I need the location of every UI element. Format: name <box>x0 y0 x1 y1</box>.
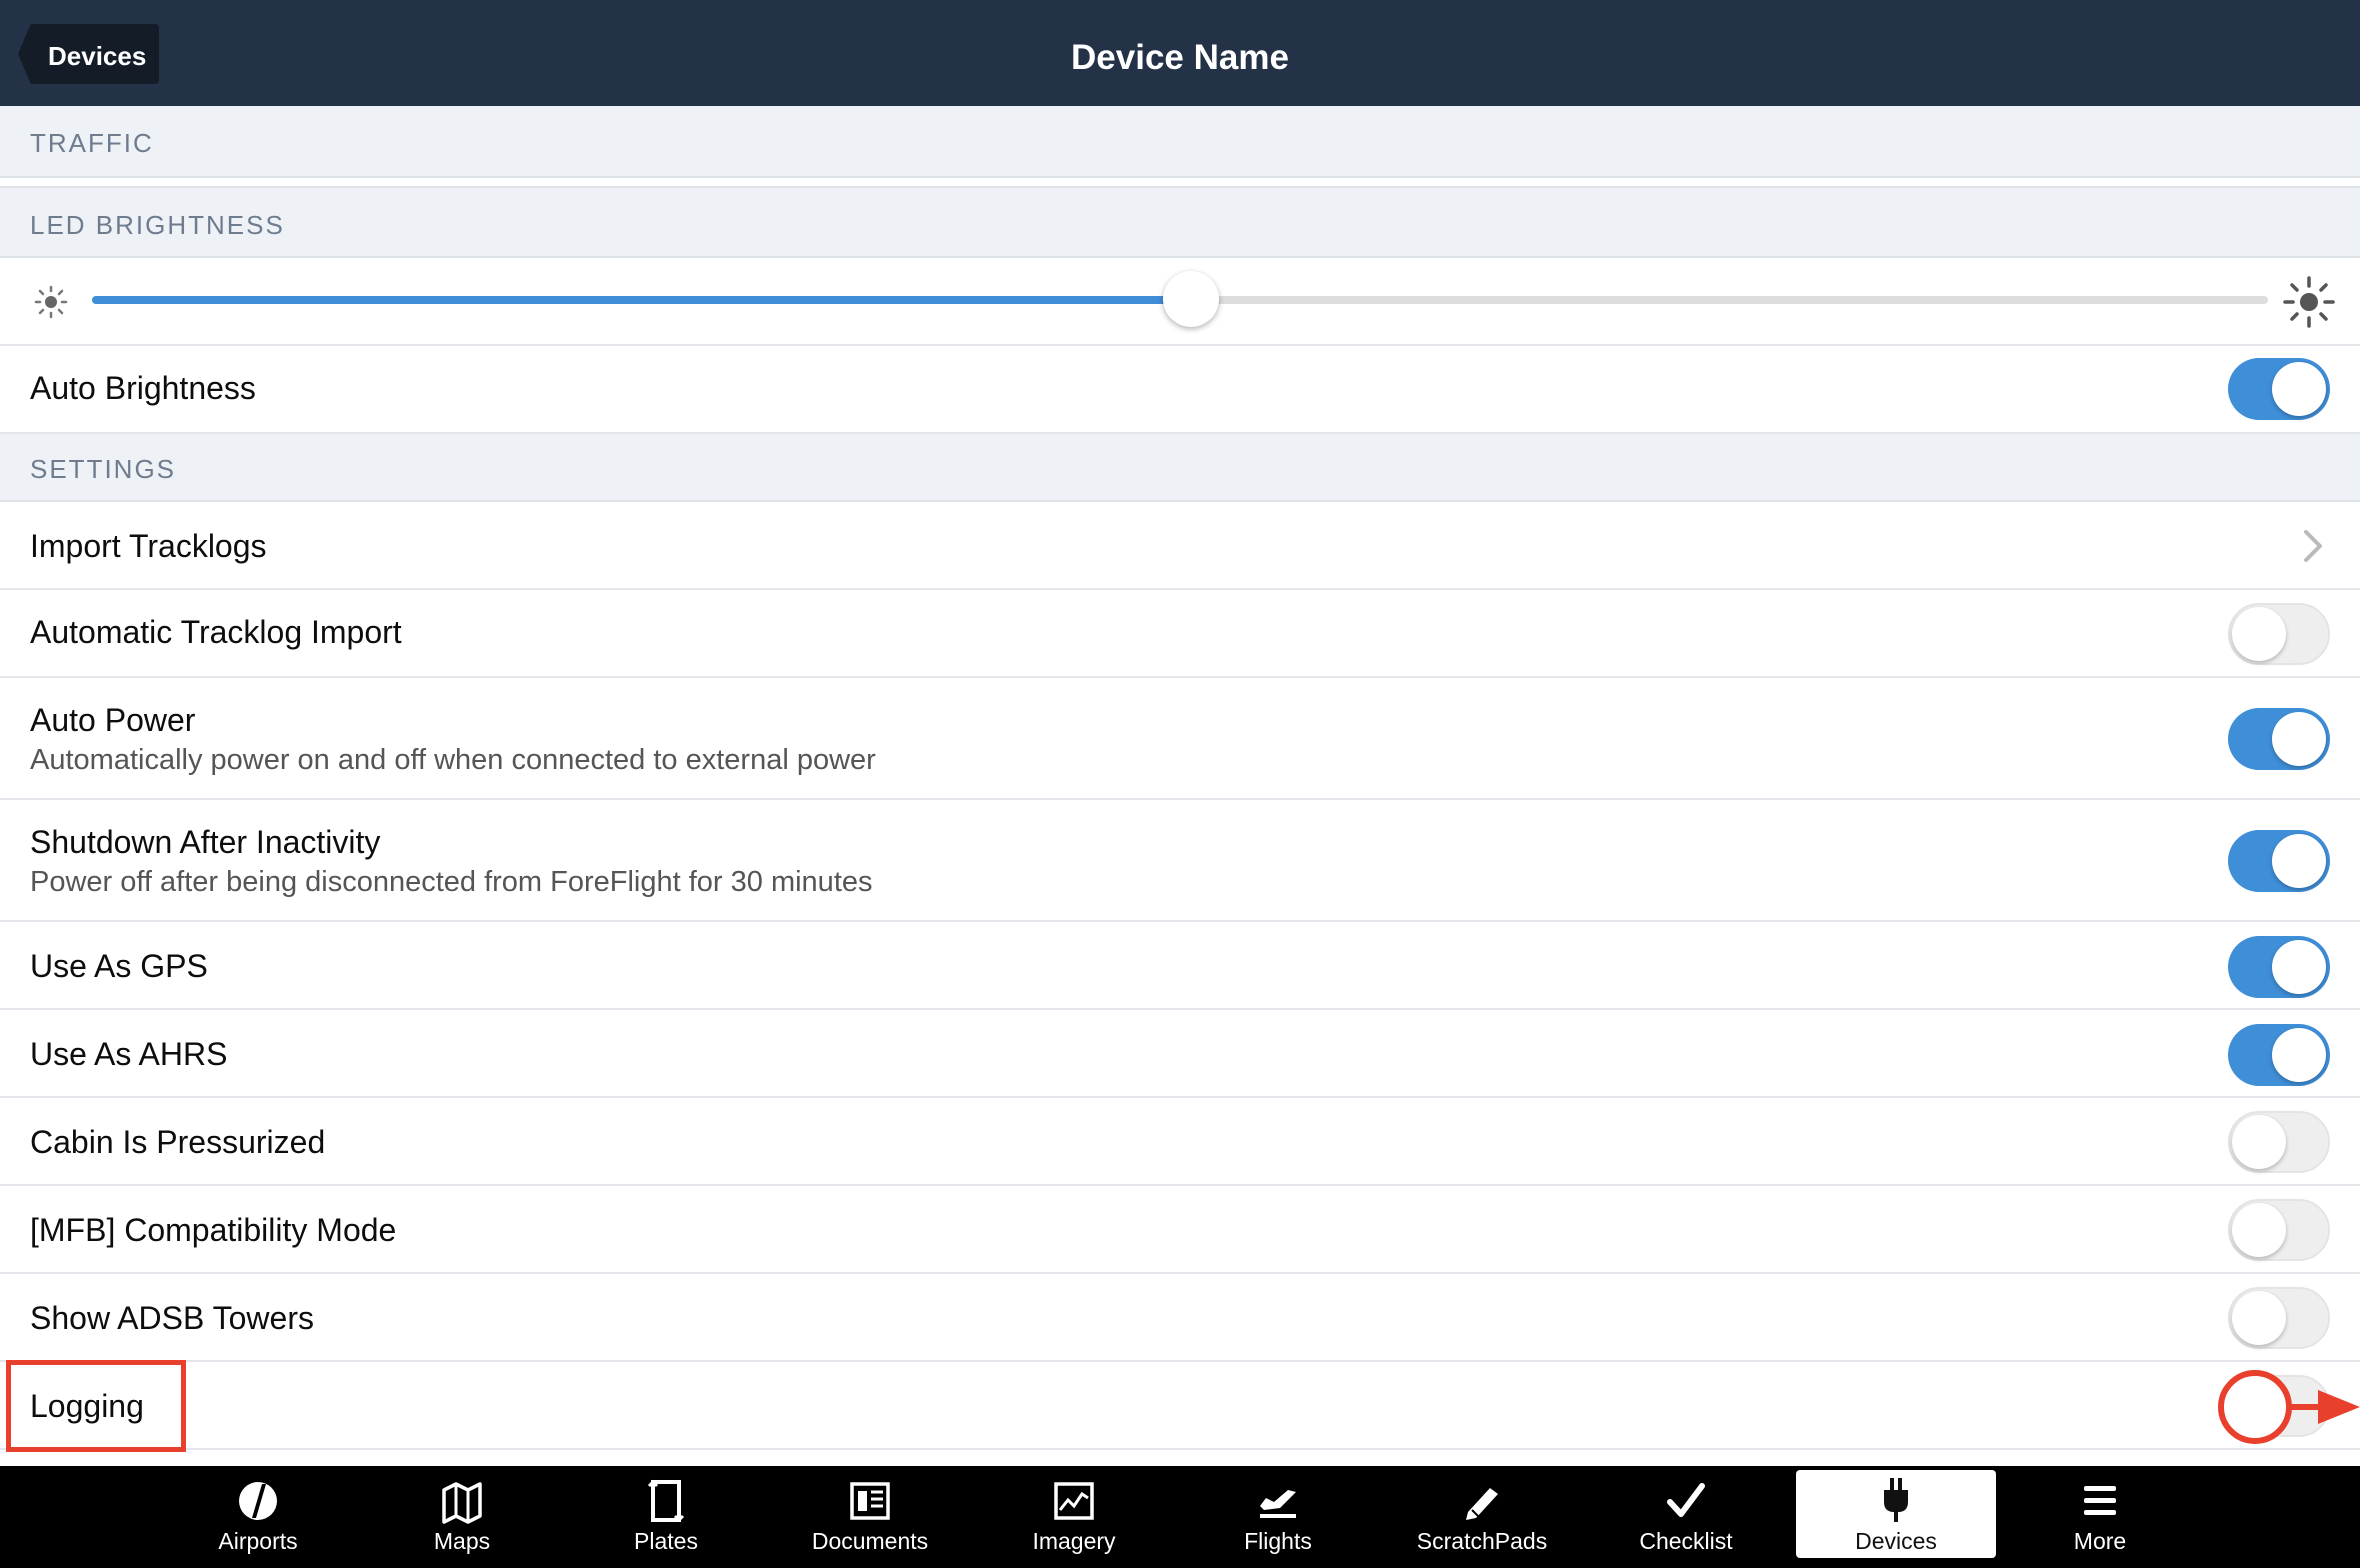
brightness-low-icon <box>34 285 68 319</box>
tab-checklist[interactable]: Checklist <box>1586 1466 1786 1568</box>
tab-label: Imagery <box>1032 1528 1116 1554</box>
tab-label: Documents <box>811 1528 929 1554</box>
plates-icon <box>647 1479 685 1523</box>
toggle-knob <box>2272 834 2326 888</box>
cabin-is-pressurized-row: Cabin Is Pressurized <box>0 1098 2360 1186</box>
use-as-ahrs-toggle[interactable] <box>2228 1024 2330 1086</box>
tab-bar: Airports Maps Plates Documents Imagery F… <box>0 1466 2360 1568</box>
tab-label: Devices <box>1855 1528 1937 1554</box>
brightness-slider[interactable] <box>92 271 2268 327</box>
cabin-is-pressurized-toggle[interactable] <box>2228 1111 2330 1173</box>
brightness-slider-thumb[interactable] <box>1162 271 1219 327</box>
mfb-compatibility-mode-toggle[interactable] <box>2228 1199 2330 1261</box>
auto-power-toggle[interactable] <box>2228 708 2330 770</box>
toggle-knob <box>2272 940 2326 994</box>
annotation-highlight-circle <box>2218 1370 2292 1444</box>
use-as-ahrs-row: Use As AHRS <box>0 1010 2360 1098</box>
tab-imagery[interactable]: Imagery <box>974 1466 1174 1568</box>
annotation-highlight-box <box>6 1360 186 1452</box>
page-title: Device Name <box>1071 38 1289 77</box>
logging-row: Logging <box>0 1362 2360 1450</box>
tab-label: Maps <box>433 1528 491 1554</box>
list-bottom-spacer <box>0 1450 2360 1466</box>
tab-label: ScratchPads <box>1416 1528 1548 1554</box>
shutdown-after-inactivity-label: Shutdown After Inactivity <box>30 824 381 860</box>
chevron-right-icon <box>2304 530 2322 562</box>
use-as-gps-row: Use As GPS <box>0 922 2360 1010</box>
airports-icon <box>239 1482 277 1520</box>
imagery-icon <box>1054 1482 1094 1520</box>
tab-label: Checklist <box>1639 1528 1733 1554</box>
section-title-settings: SETTINGS <box>30 454 177 484</box>
show-adsb-towers-toggle[interactable] <box>2228 1287 2330 1349</box>
tab-documents[interactable]: Documents <box>770 1466 970 1568</box>
toggle-knob <box>2232 1203 2286 1257</box>
tab-devices[interactable]: Devices <box>1796 1470 1996 1558</box>
brightness-high-icon <box>2283 276 2335 328</box>
tab-label: Plates <box>634 1528 698 1554</box>
show-adsb-towers-label: Show ADSB Towers <box>30 1300 314 1336</box>
show-adsb-towers-row: Show ADSB Towers <box>0 1274 2360 1362</box>
shutdown-after-inactivity-toggle[interactable] <box>2228 830 2330 892</box>
toggle-knob <box>2232 1115 2286 1169</box>
documents-icon <box>850 1482 890 1520</box>
import-tracklogs-row[interactable]: Import Tracklogs <box>0 502 2360 590</box>
shutdown-after-inactivity-row: Shutdown After Inactivity Power off afte… <box>0 800 2360 922</box>
automatic-tracklog-import-row: Automatic Tracklog Import <box>0 590 2360 678</box>
use-as-gps-toggle[interactable] <box>2228 936 2330 998</box>
tab-label: Airports <box>218 1528 298 1554</box>
brightness-slider-fill <box>92 296 1191 304</box>
tab-flights[interactable]: Flights <box>1178 1466 1378 1568</box>
mfb-compatibility-mode-label: [MFB] Compatibility Mode <box>30 1212 397 1248</box>
toggle-knob <box>2272 712 2326 766</box>
tab-maps[interactable]: Maps <box>362 1466 562 1568</box>
shutdown-after-inactivity-description: Power off after being disconnected from … <box>30 866 873 898</box>
tab-label: Flights <box>1244 1528 1312 1554</box>
tab-airports[interactable]: Airports <box>158 1466 358 1568</box>
navigation-bar: Devices Device Name <box>0 0 2360 106</box>
checklist-icon <box>1667 1483 1705 1517</box>
tab-plates[interactable]: Plates <box>566 1466 766 1568</box>
auto-power-description: Automatically power on and off when conn… <box>30 744 876 776</box>
auto-brightness-row: Auto Brightness <box>0 346 2360 434</box>
use-as-ahrs-label: Use As AHRS <box>30 1036 228 1072</box>
toggle-knob <box>2232 607 2286 661</box>
import-tracklogs-label: Import Tracklogs <box>30 528 267 564</box>
auto-power-row: Auto Power Automatically power on and of… <box>0 678 2360 800</box>
maps-icon <box>442 1482 482 1524</box>
flights-icon <box>1260 1490 1296 1518</box>
tab-more[interactable]: More <box>2000 1466 2200 1568</box>
more-icon <box>2084 1486 2116 1515</box>
auto-power-label: Auto Power <box>30 702 196 738</box>
annotation-arrow-icon <box>2290 1390 2360 1424</box>
toggle-knob <box>2272 362 2326 416</box>
auto-brightness-toggle[interactable] <box>2228 358 2330 420</box>
scratchpads-icon <box>1466 1488 1498 1520</box>
devices-icon <box>1884 1478 1908 1522</box>
mfb-compatibility-mode-row: [MFB] Compatibility Mode <box>0 1186 2360 1274</box>
section-title-traffic: TRAFFIC <box>30 128 154 158</box>
section-title-led-brightness: LED BRIGHTNESS <box>30 210 285 240</box>
section-header-traffic: TRAFFIC <box>0 106 2360 178</box>
toggle-knob <box>2272 1028 2326 1082</box>
automatic-tracklog-import-toggle[interactable] <box>2228 603 2330 665</box>
cabin-is-pressurized-label: Cabin Is Pressurized <box>30 1124 326 1160</box>
section-header-led-brightness: LED BRIGHTNESS <box>0 186 2360 258</box>
use-as-gps-label: Use As GPS <box>30 948 208 984</box>
section-spacer <box>0 178 2360 186</box>
auto-brightness-label: Auto Brightness <box>30 370 256 406</box>
tab-label: More <box>2073 1528 2127 1554</box>
automatic-tracklog-import-label: Automatic Tracklog Import <box>30 614 402 650</box>
tab-scratchpads[interactable]: ScratchPads <box>1382 1466 1582 1568</box>
section-header-settings: SETTINGS <box>0 434 2360 502</box>
toggle-knob <box>2232 1291 2286 1345</box>
